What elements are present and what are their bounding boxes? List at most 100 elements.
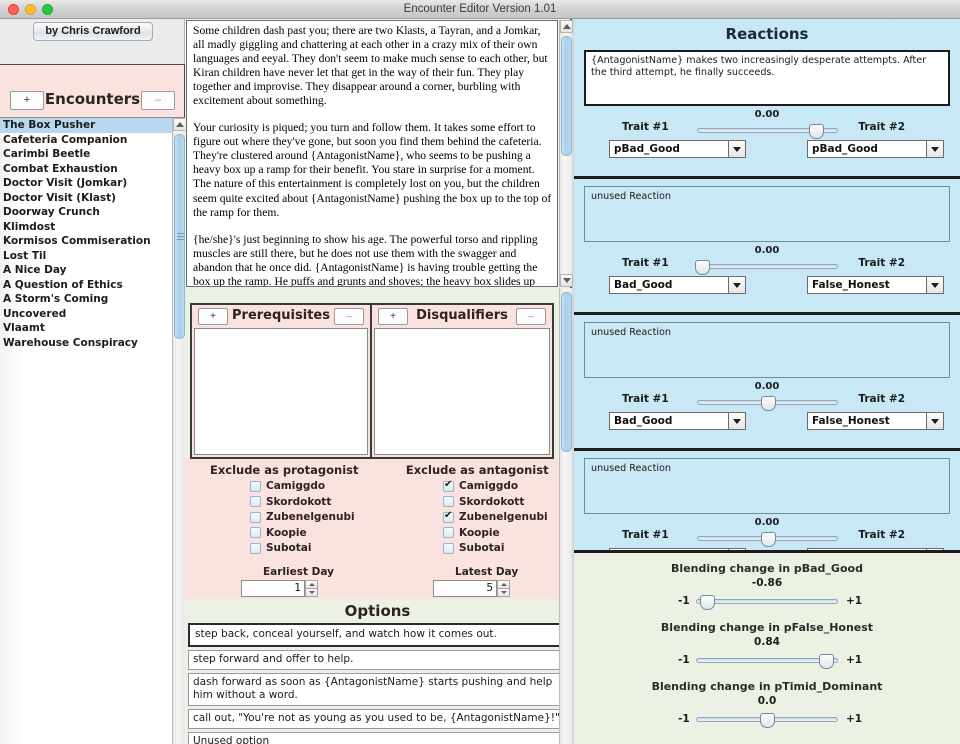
earliest-day-buttons[interactable] (305, 580, 318, 597)
options-panel: Options step back, conceal yourself, and… (185, 599, 570, 744)
encounter-list-item[interactable]: Warehouse Conspiracy (0, 336, 172, 351)
encounters-scrollbar[interactable] (172, 118, 186, 744)
trait2-select[interactable]: pBad_Good (807, 140, 944, 158)
trait2-select[interactable]: False_Honest (807, 412, 944, 430)
encounter-list-item[interactable]: Vlaamt (0, 321, 172, 336)
chevron-down-icon[interactable] (728, 276, 746, 294)
story-text-box[interactable]: Some children dash past you; there are t… (186, 20, 558, 287)
blending-slider[interactable] (696, 713, 838, 728)
encounter-list-item[interactable]: Kormisos Commiseration (0, 234, 172, 249)
checkbox-icon[interactable] (250, 542, 261, 554)
scrollbar-thumb[interactable] (174, 134, 185, 339)
reaction-text-box[interactable]: {AntagonistName} makes two increasingly … (584, 50, 950, 106)
exclude-protagonist-row[interactable]: Koopie (250, 527, 381, 539)
option-row[interactable]: dash forward as soon as {AntagonistName}… (188, 673, 567, 706)
remove-prerequisite-button[interactable]: – (334, 308, 364, 325)
blending-slider[interactable] (696, 595, 838, 610)
trait-blend-slider[interactable] (697, 532, 838, 547)
reaction-text-box[interactable]: unused Reaction (584, 186, 950, 242)
prerequisites-list[interactable] (194, 328, 368, 455)
exclude-antagonist-row[interactable]: Camiggdo (443, 479, 574, 492)
checkbox-icon[interactable] (443, 496, 454, 507)
slider-handle[interactable] (695, 260, 711, 275)
checkbox-icon[interactable] (250, 511, 261, 523)
chevron-down-icon[interactable] (926, 276, 944, 294)
encounters-list[interactable]: The Box Pusher Cafeteria Companion Carimbi… (0, 118, 172, 744)
slider-handle[interactable] (809, 124, 825, 139)
exclude-antagonist-row[interactable]: Zubenelgenubi (443, 510, 574, 523)
earliest-day-decrement-icon[interactable] (305, 588, 318, 597)
trait1-select[interactable]: pBad_Good (609, 140, 746, 158)
option-row[interactable]: step back, conceal yourself, and watch h… (188, 623, 567, 647)
exclude-protagonist-group: Exclude as protagonist Camiggdo Skordokot… (188, 463, 381, 558)
trait-blend-slider[interactable] (695, 260, 838, 275)
checkbox-icon[interactable] (250, 527, 261, 538)
encounter-list-item[interactable]: Klimdost (0, 220, 172, 235)
slider-handle[interactable] (699, 595, 715, 610)
encounter-list-item[interactable]: Uncovered (0, 307, 172, 322)
encounter-list-item[interactable]: Combat Exhaustion (0, 162, 172, 177)
latest-day-decrement-icon[interactable] (497, 588, 510, 597)
story-scroll-down-icon[interactable] (560, 274, 573, 287)
latest-day-value[interactable]: 5 (433, 580, 497, 597)
earliest-day-stepper[interactable]: 1 (241, 580, 319, 597)
reaction-text-box[interactable]: unused Reaction (584, 322, 950, 378)
exclude-protagonist-row[interactable]: Skordokott (250, 496, 381, 508)
checkbox-checked-icon[interactable] (443, 510, 454, 523)
chevron-down-icon[interactable] (926, 412, 944, 430)
checkbox-icon[interactable] (443, 527, 454, 538)
encounter-list-item[interactable]: A Nice Day (0, 263, 172, 278)
exclude-protagonist-row[interactable]: Zubenelgenubi (250, 511, 381, 523)
exclude-protagonist-row[interactable]: Subotai (250, 542, 381, 554)
checkbox-icon[interactable] (250, 480, 261, 492)
chevron-down-icon[interactable] (926, 140, 944, 158)
trait1-select[interactable]: Bad_Good (609, 412, 746, 430)
remove-encounter-button[interactable]: – (141, 91, 175, 110)
story-scrollbar[interactable] (559, 20, 573, 287)
exclude-antagonist-row[interactable]: Skordokott (443, 496, 574, 508)
exclude-protagonist-row[interactable]: Camiggdo (250, 480, 381, 492)
story-scrollbar-thumb[interactable] (561, 36, 572, 156)
reaction-block: {AntagonistName} makes two increasingly … (574, 50, 960, 170)
slider-handle[interactable] (818, 654, 834, 669)
option-row[interactable]: call out, "You're not as young as you us… (188, 709, 567, 729)
detail-scrollbar-thumb[interactable] (561, 292, 572, 452)
latest-day-stepper[interactable]: 5 (433, 580, 511, 597)
trait1-select[interactable]: Bad_Good (609, 276, 746, 294)
trait-blend-slider[interactable] (697, 396, 838, 411)
checkbox-icon[interactable] (250, 496, 261, 507)
encounter-list-item[interactable]: Doctor Visit (Klast) (0, 191, 172, 206)
trait2-select[interactable]: False_Honest (807, 276, 944, 294)
encounter-list-item[interactable]: Doctor Visit (Jomkar) (0, 176, 172, 191)
reaction-text-box[interactable]: unused Reaction (584, 458, 950, 514)
encounter-list-item[interactable]: Doorway Crunch (0, 205, 172, 220)
option-row[interactable]: Unused option (188, 732, 567, 744)
slider-handle[interactable] (760, 532, 776, 547)
blending-value: -0.86 (751, 577, 783, 589)
exclude-antagonist-label: Skordokott (459, 495, 525, 508)
checkbox-checked-icon[interactable] (443, 479, 454, 492)
exclude-antagonist-row[interactable]: Koopie (443, 527, 574, 539)
detail-panel-scrollbar[interactable] (559, 288, 572, 744)
encounter-list-item[interactable]: A Question of Ethics (0, 278, 172, 293)
earliest-day-value[interactable]: 1 (241, 580, 305, 597)
slider-handle[interactable] (760, 396, 776, 411)
option-row[interactable]: step forward and offer to help. (188, 650, 567, 670)
chevron-down-icon[interactable] (728, 140, 746, 158)
story-scroll-up-icon[interactable] (560, 20, 573, 33)
remove-disqualifier-button[interactable]: – (516, 308, 546, 325)
trait-blend-slider[interactable] (697, 124, 838, 139)
encounter-list-item[interactable]: Lost Til (0, 249, 172, 264)
checkbox-icon[interactable] (443, 542, 454, 554)
blending-slider[interactable] (696, 654, 838, 669)
encounter-list-item[interactable]: The Box Pusher (0, 118, 172, 133)
chevron-down-icon[interactable] (728, 412, 746, 430)
encounter-list-item[interactable]: Carimbi Beetle (0, 147, 172, 162)
latest-day-buttons[interactable] (497, 580, 510, 597)
exclude-antagonist-row[interactable]: Subotai (443, 542, 574, 554)
disqualifiers-list[interactable] (374, 328, 550, 455)
slider-handle[interactable] (760, 713, 775, 728)
encounter-list-item[interactable]: Cafeteria Companion (0, 133, 172, 148)
encounter-list-item[interactable]: A Storm's Coming (0, 292, 172, 307)
author-button[interactable]: by Chris Crawford (33, 22, 153, 41)
